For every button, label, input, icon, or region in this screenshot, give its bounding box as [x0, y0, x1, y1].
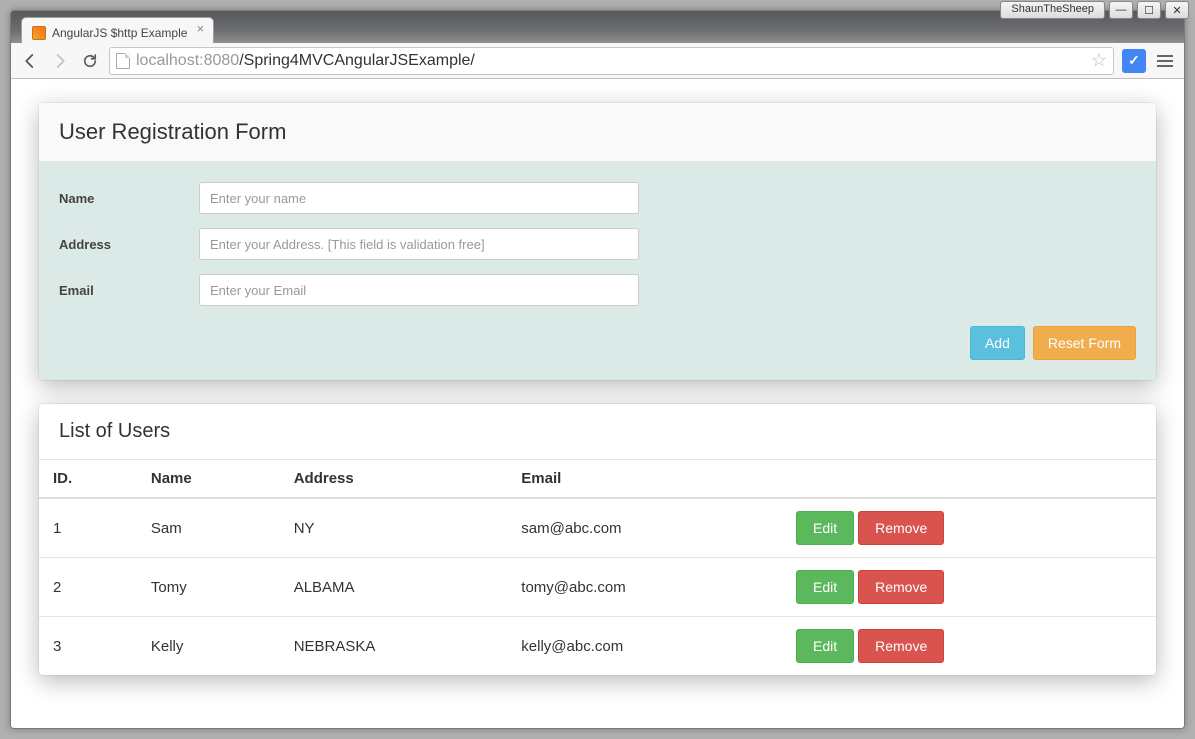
url-path: /Spring4MVCAngularJSExample/ — [239, 52, 475, 70]
col-actions — [782, 460, 1156, 498]
list-panel-title: List of Users — [39, 404, 1156, 460]
form-row-name: Name — [59, 182, 1136, 214]
page-content: User Registration Form Name Address Emai… — [11, 79, 1184, 723]
forward-button[interactable] — [49, 50, 71, 72]
email-input[interactable] — [199, 274, 639, 306]
hamburger-icon — [1157, 55, 1173, 57]
browser-toolbar: localhost:8080/Spring4MVCAngularJSExampl… — [11, 43, 1184, 79]
url-port: :8080 — [199, 52, 239, 70]
hamburger-menu-button[interactable] — [1154, 50, 1176, 72]
back-icon — [21, 52, 39, 70]
extension-badge[interactable]: ✓ — [1122, 49, 1146, 73]
page-file-icon — [116, 53, 130, 69]
remove-button[interactable]: Remove — [858, 570, 944, 604]
cell-name: Tomy — [137, 558, 280, 617]
col-name: Name — [137, 460, 280, 498]
window-minimize-button[interactable]: — — [1109, 1, 1133, 19]
email-label: Email — [59, 283, 199, 298]
remove-button[interactable]: Remove — [858, 511, 944, 545]
cell-address: NEBRASKA — [280, 617, 508, 676]
reload-button[interactable] — [79, 50, 101, 72]
edit-button[interactable]: Edit — [796, 629, 854, 663]
address-input[interactable] — [199, 228, 639, 260]
reset-form-button[interactable]: Reset Form — [1033, 326, 1136, 360]
registration-form-panel: User Registration Form Name Address Emai… — [39, 103, 1156, 380]
back-button[interactable] — [19, 50, 41, 72]
address-label: Address — [59, 237, 199, 252]
col-id: ID. — [39, 460, 137, 498]
window-maximize-button[interactable]: ☐ — [1137, 1, 1161, 19]
edit-button[interactable]: Edit — [796, 570, 854, 604]
table-row: 1SamNYsam@abc.comEditRemove — [39, 498, 1156, 558]
cell-id: 3 — [39, 617, 137, 676]
form-panel-title: User Registration Form — [39, 103, 1156, 162]
page-viewport[interactable]: User Registration Form Name Address Emai… — [11, 79, 1184, 728]
form-body: Name Address Email Add Reset Form — [39, 162, 1156, 380]
window-close-button[interactable]: ✕ — [1165, 1, 1189, 19]
url-bar[interactable]: localhost:8080/Spring4MVCAngularJSExampl… — [109, 47, 1114, 75]
table-row: 2TomyALBAMAtomy@abc.comEditRemove — [39, 558, 1156, 617]
users-list-panel: List of Users ID. Name Address Email 1Sa… — [39, 404, 1156, 675]
cell-email: tomy@abc.com — [507, 558, 782, 617]
table-header-row: ID. Name Address Email — [39, 460, 1156, 498]
form-row-address: Address — [59, 228, 1136, 260]
tab-title: AngularJS $http Example — [52, 26, 187, 40]
cell-address: NY — [280, 498, 508, 558]
form-row-email: Email — [59, 274, 1136, 306]
add-button[interactable]: Add — [970, 326, 1025, 360]
cell-id: 2 — [39, 558, 137, 617]
cell-actions: EditRemove — [782, 558, 1156, 617]
remove-button[interactable]: Remove — [858, 629, 944, 663]
window-titlebar: ShaunTheSheep — ☐ ✕ — [1000, 1, 1189, 19]
cell-email: kelly@abc.com — [507, 617, 782, 676]
col-address: Address — [280, 460, 508, 498]
url-host: localhost — [136, 52, 199, 70]
forward-icon — [51, 52, 69, 70]
reload-icon — [81, 52, 99, 70]
tab-close-icon[interactable]: × — [193, 23, 207, 37]
tab-favicon — [32, 26, 46, 40]
bookmark-star-icon[interactable]: ☆ — [1091, 50, 1107, 71]
cell-name: Sam — [137, 498, 280, 558]
cell-name: Kelly — [137, 617, 280, 676]
cell-email: sam@abc.com — [507, 498, 782, 558]
window-user-label: ShaunTheSheep — [1000, 1, 1105, 19]
cell-id: 1 — [39, 498, 137, 558]
cell-actions: EditRemove — [782, 617, 1156, 676]
table-row: 3KellyNEBRASKAkelly@abc.comEditRemove — [39, 617, 1156, 676]
col-email: Email — [507, 460, 782, 498]
users-table: ID. Name Address Email 1SamNYsam@abc.com… — [39, 460, 1156, 675]
cell-actions: EditRemove — [782, 498, 1156, 558]
cell-address: ALBAMA — [280, 558, 508, 617]
edit-button[interactable]: Edit — [796, 511, 854, 545]
browser-tab[interactable]: AngularJS $http Example × — [21, 17, 214, 43]
browser-window: AngularJS $http Example × localhost:8080… — [10, 10, 1185, 729]
form-actions: Add Reset Form — [59, 320, 1136, 360]
name-input[interactable] — [199, 182, 639, 214]
name-label: Name — [59, 191, 199, 206]
